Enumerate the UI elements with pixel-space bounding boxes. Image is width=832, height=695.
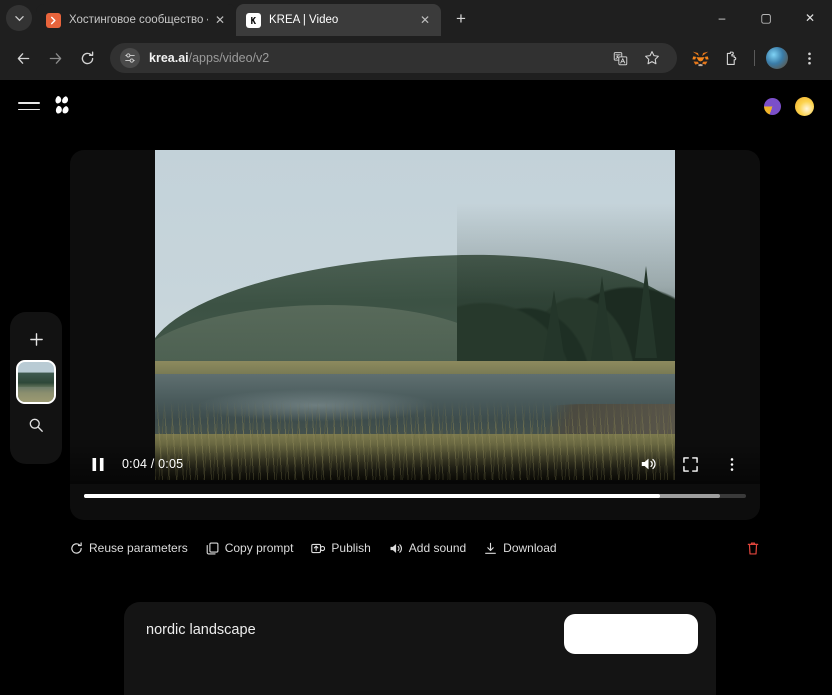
window-controls: – ▢ ✕ <box>700 0 832 36</box>
hamburger-menu-icon[interactable] <box>18 96 42 116</box>
download-button[interactable]: Download <box>484 541 557 555</box>
generation-thumbnail[interactable] <box>16 360 56 404</box>
toolbar-divider <box>754 50 755 66</box>
tab-close-button[interactable]: ✕ <box>417 12 433 28</box>
forward-icon[interactable] <box>40 43 70 73</box>
video-frame <box>155 150 675 480</box>
reuse-icon <box>70 541 83 555</box>
prompt-panel: nordic landscape <box>124 602 716 695</box>
credits-avatar-icon[interactable] <box>764 97 781 115</box>
orange-chevron-icon <box>46 12 61 28</box>
address-bar[interactable]: krea.ai/apps/video/v2 <box>110 43 677 73</box>
left-rail <box>10 312 62 464</box>
close-window-button[interactable]: ✕ <box>788 2 832 34</box>
krea-logo-icon[interactable] <box>52 94 74 118</box>
volume-icon[interactable] <box>634 450 662 478</box>
header-right <box>764 96 814 116</box>
video-tall-tree <box>591 276 613 360</box>
generate-button[interactable] <box>564 614 698 654</box>
player-controls: 0:04 / 0:05 <box>70 444 760 484</box>
trash-icon <box>746 541 760 556</box>
pause-icon[interactable] <box>84 450 112 478</box>
player-controls-right <box>634 450 746 478</box>
publish-icon <box>311 542 326 555</box>
publish-label: Publish <box>331 541 371 555</box>
add-sound-button[interactable]: Add sound <box>389 541 466 555</box>
maximize-button[interactable]: ▢ <box>744 2 788 34</box>
omnibox-actions <box>605 43 667 73</box>
video-player[interactable]: 0:04 / 0:05 <box>70 150 760 520</box>
metamask-fox-icon[interactable] <box>685 43 715 73</box>
profile-avatar-icon[interactable] <box>762 43 792 73</box>
tab-search-button[interactable] <box>6 5 32 31</box>
time-display: 0:04 / 0:05 <box>122 457 184 471</box>
minimize-button[interactable]: – <box>700 2 744 34</box>
download-label: Download <box>503 541 557 555</box>
fullscreen-icon[interactable] <box>676 450 704 478</box>
krea-app: 0:04 / 0:05 Reuse parameters Copy prompt… <box>0 80 832 695</box>
url-path: /apps/video/v2 <box>188 51 270 65</box>
search-icon[interactable] <box>19 410 53 440</box>
reuse-parameters-label: Reuse parameters <box>89 541 188 555</box>
browser-tab-1[interactable]: Хостинговое сообщество «Tim ✕ <box>36 4 236 36</box>
tab-close-button[interactable]: ✕ <box>212 12 228 28</box>
video-tall-tree <box>635 266 657 358</box>
back-icon[interactable] <box>8 43 38 73</box>
krea-icon <box>246 12 261 28</box>
avatar[interactable] <box>766 47 788 69</box>
reload-icon[interactable] <box>72 43 102 73</box>
url-host: krea.ai <box>149 51 189 65</box>
tab-strip: Хостинговое сообщество «Tim ✕ KREA | Vid… <box>0 0 832 36</box>
three-dot-menu-icon[interactable] <box>794 43 824 73</box>
tab-title: Хостинговое сообщество «Tim <box>69 14 208 26</box>
copy-prompt-label: Copy prompt <box>224 541 294 555</box>
thumbnail-water <box>18 386 54 402</box>
browser-tab-2[interactable]: KREA | Video ✕ <box>236 4 441 36</box>
tune-icon[interactable] <box>120 48 140 68</box>
download-icon <box>484 542 497 555</box>
more-options-icon[interactable] <box>718 450 746 478</box>
user-avatar-icon[interactable] <box>795 96 814 116</box>
progress-bar[interactable] <box>84 494 746 498</box>
extensions-puzzle-icon[interactable] <box>717 43 747 73</box>
app-header <box>0 80 832 132</box>
publish-button[interactable]: Publish <box>311 541 371 555</box>
url-text: krea.ai/apps/video/v2 <box>149 51 269 65</box>
browser-window: Хостинговое сообщество «Tim ✕ KREA | Vid… <box>0 0 832 695</box>
add-sound-label: Add sound <box>408 541 467 555</box>
copy-prompt-button[interactable]: Copy prompt <box>206 541 294 555</box>
star-icon[interactable] <box>637 43 667 73</box>
add-generation-button[interactable] <box>19 324 53 354</box>
delete-button[interactable] <box>746 541 760 556</box>
tab-title: KREA | Video <box>269 14 339 26</box>
progress-fill <box>84 494 660 498</box>
browser-toolbar: krea.ai/apps/video/v2 <box>0 36 832 80</box>
copy-icon <box>206 542 219 555</box>
generation-actions: Reuse parameters Copy prompt Publish Add… <box>70 535 760 561</box>
new-tab-button[interactable]: + <box>447 5 475 33</box>
sound-icon <box>389 542 403 555</box>
video-tall-tree <box>543 290 565 362</box>
reuse-parameters-button[interactable]: Reuse parameters <box>70 541 188 555</box>
translate-icon[interactable] <box>605 43 635 73</box>
